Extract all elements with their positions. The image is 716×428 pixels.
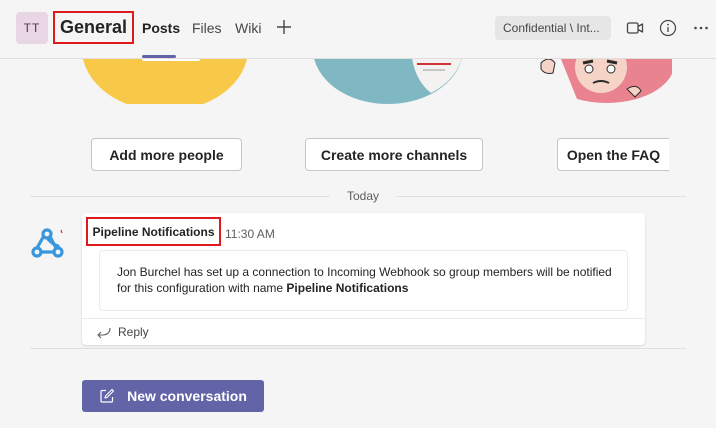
new-conversation-button[interactable]: New conversation — [82, 380, 264, 412]
add-tab-plus-icon[interactable] — [275, 18, 293, 36]
info-icon[interactable] — [659, 19, 677, 37]
message-timestamp: 11:30 AM — [225, 227, 275, 241]
webhook-icon[interactable] — [28, 224, 68, 264]
active-tab-indicator — [142, 55, 176, 58]
reply-separator — [82, 318, 645, 319]
create-more-channels-button[interactable]: Create more channels — [305, 138, 483, 171]
reply-arrow-icon — [97, 327, 111, 339]
more-options-icon[interactable] — [692, 19, 710, 37]
channel-title[interactable]: General — [53, 11, 134, 44]
add-more-people-button[interactable]: Add more people — [91, 138, 242, 171]
day-divider-label: Today — [346, 189, 380, 203]
sensitivity-label[interactable]: Confidential \ Int... — [495, 16, 611, 40]
tab-posts[interactable]: Posts — [142, 20, 180, 36]
faq-illustration — [540, 59, 672, 103]
message-body-config-name: Pipeline Notifications — [286, 281, 409, 295]
video-camera-icon[interactable] — [626, 19, 644, 37]
reply-button[interactable]: Reply — [96, 323, 149, 341]
welcome-banner: Add more people Create more channels Ope… — [0, 59, 716, 179]
day-divider-left — [30, 196, 330, 197]
feed-bottom-divider — [30, 348, 686, 349]
compose-icon — [100, 388, 115, 403]
open-faq-button[interactable]: Open the FAQ — [557, 138, 669, 171]
webhook-notification-card: Jon Burchel has set up a connection to I… — [99, 250, 628, 311]
add-people-illustration — [83, 59, 247, 104]
tab-wiki[interactable]: Wiki — [235, 20, 261, 36]
message-sender-name[interactable]: Pipeline Notifications — [86, 217, 221, 246]
new-conversation-label: New conversation — [127, 388, 247, 404]
create-channels-illustration — [314, 59, 462, 104]
day-divider-right — [396, 196, 686, 197]
tab-files[interactable]: Files — [192, 20, 222, 36]
channel-header: TT General Posts Files Wiki Confidential… — [0, 0, 716, 59]
reply-label: Reply — [118, 325, 149, 339]
team-avatar[interactable]: TT — [16, 12, 48, 44]
